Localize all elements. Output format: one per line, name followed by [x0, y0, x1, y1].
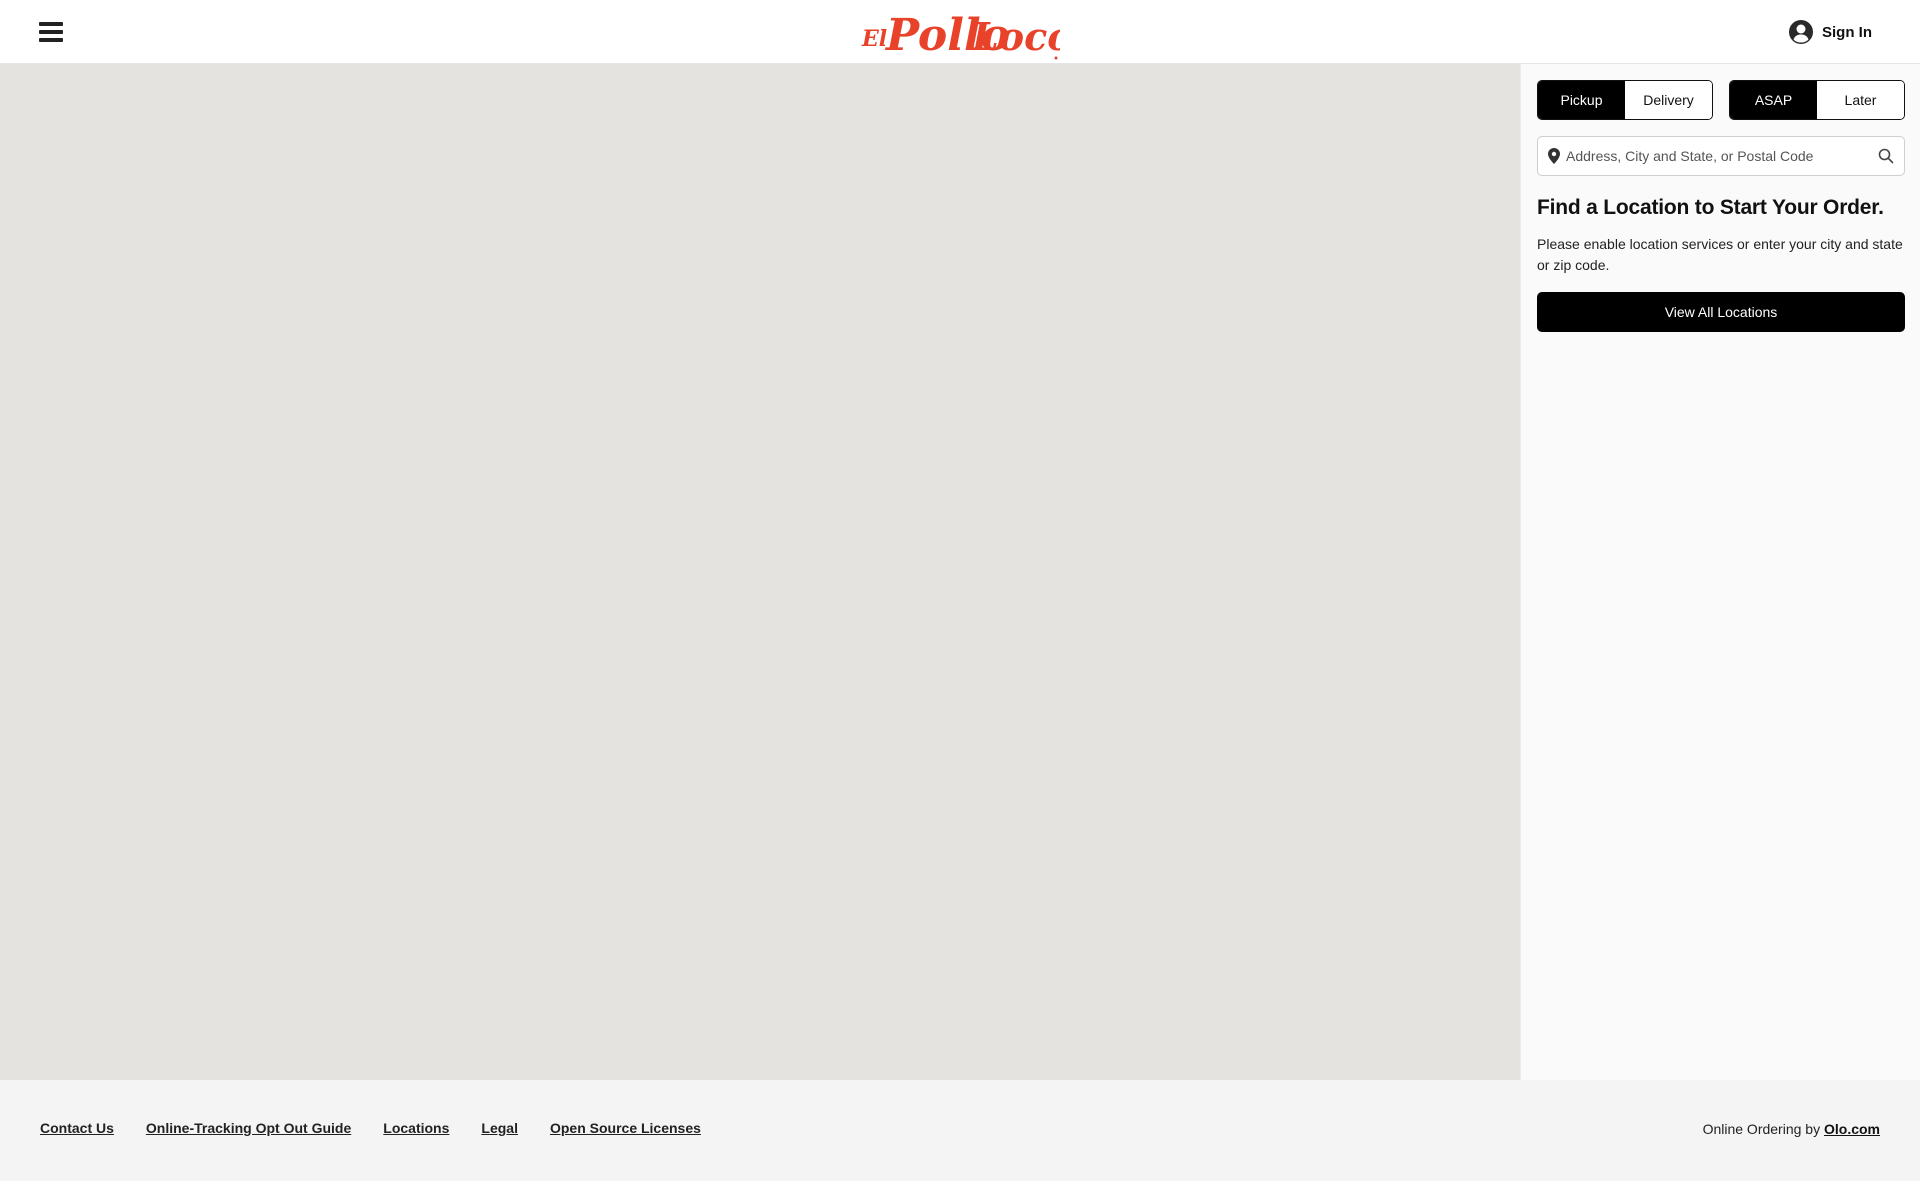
svg-text:El: El [861, 26, 887, 52]
hamburger-menu-icon[interactable] [36, 18, 66, 46]
asap-option[interactable]: ASAP [1730, 81, 1817, 119]
footer-link-opt-out-guide[interactable]: Online-Tracking Opt Out Guide [146, 1120, 351, 1136]
panel-description: Please enable location services or enter… [1537, 236, 1903, 273]
footer-links: Contact Us Online-Tracking Opt Out Guide… [40, 1120, 701, 1136]
search-icon[interactable] [1878, 148, 1894, 164]
location-pin-icon [1548, 148, 1560, 164]
menu-bar [39, 38, 63, 42]
menu-bar [39, 22, 63, 26]
view-all-locations-button[interactable]: View All Locations [1537, 292, 1905, 332]
powered-by: Online Ordering by Olo.com [1703, 1121, 1880, 1137]
user-circle-icon [1789, 20, 1813, 44]
site-header: El Pollo Loco Sign In [0, 0, 1920, 64]
site-footer: Contact Us Online-Tracking Opt Out Guide… [0, 1080, 1920, 1181]
olo-link[interactable]: Olo.com [1824, 1121, 1880, 1137]
sign-in-button[interactable]: Sign In [1788, 18, 1872, 46]
panel-heading: Find a Location to Start Your Order. [1537, 196, 1884, 219]
location-search-input[interactable] [1566, 148, 1870, 164]
footer-link-contact-us[interactable]: Contact Us [40, 1120, 114, 1136]
svg-text:Loco: Loco [971, 14, 1060, 59]
pickup-option[interactable]: Pickup [1538, 81, 1625, 119]
later-option[interactable]: Later [1817, 81, 1904, 119]
menu-bar [39, 30, 63, 34]
footer-link-open-source-licenses[interactable]: Open Source Licenses [550, 1120, 701, 1136]
order-mode-toggle: Pickup Delivery [1537, 80, 1713, 120]
delivery-option[interactable]: Delivery [1625, 81, 1712, 119]
sign-in-label: Sign In [1822, 23, 1872, 41]
footer-link-legal[interactable]: Legal [481, 1120, 518, 1136]
location-map[interactable] [0, 64, 1520, 1080]
location-panel: Pickup Delivery ASAP Later Find a Locati… [1520, 64, 1920, 1080]
footer-link-locations[interactable]: Locations [383, 1120, 449, 1136]
brand-logo[interactable]: El Pollo Loco [860, 4, 1073, 62]
location-search [1537, 136, 1905, 176]
el-pollo-loco-logo: El Pollo Loco [861, 10, 1073, 61]
order-time-toggle: ASAP Later [1729, 80, 1905, 120]
powered-by-text: Online Ordering by [1702, 1121, 1824, 1137]
